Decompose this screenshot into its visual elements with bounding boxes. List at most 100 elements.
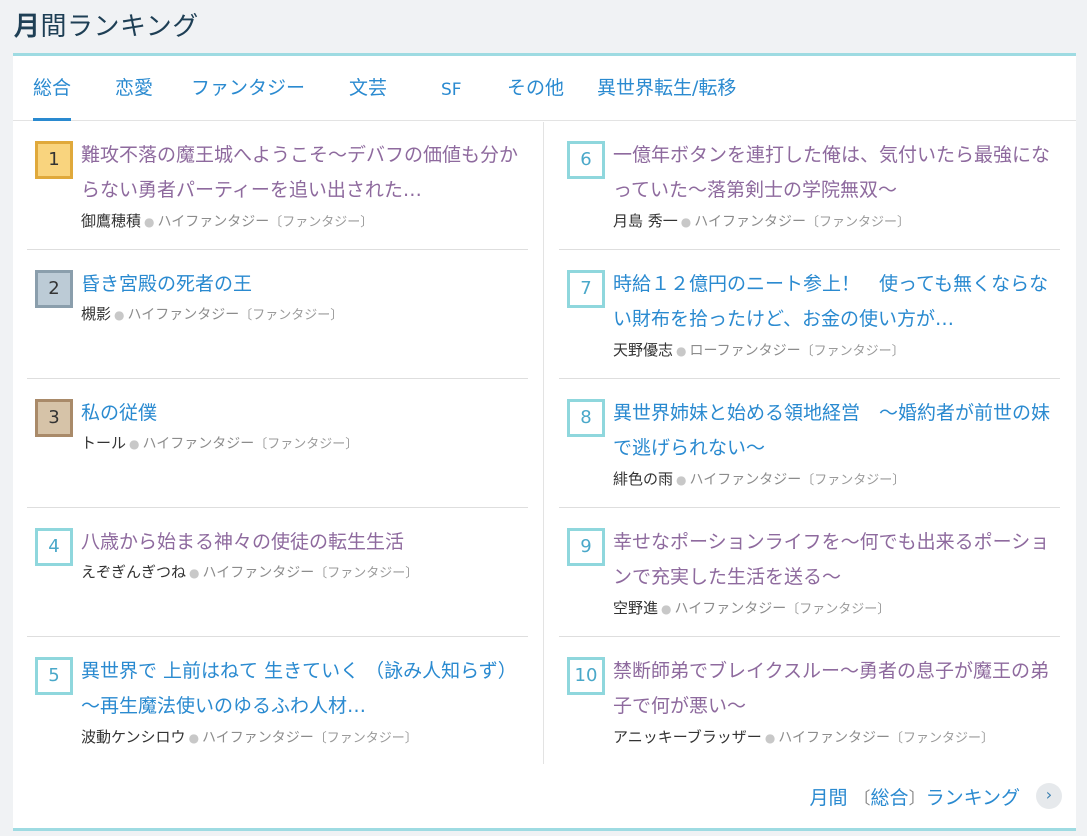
category-label: 〔ファンタジー〕 xyxy=(269,215,374,230)
rank-badge: 3 xyxy=(35,399,73,437)
page-title-rest: 間ランキング xyxy=(40,12,199,42)
category-tabs: 総合 恋愛 ファンタジー 文芸 SF その他 異世界転生/転移 xyxy=(13,56,1076,121)
novel-title-link[interactable]: 時給１２億円のニート参上！ 使っても無くならない財布を拾ったけど、お金の使い方が… xyxy=(613,267,1058,337)
novel-meta: トール ● ハイファンタジー〔ファンタジー〕 xyxy=(81,432,526,453)
author-name: 緋色の雨 xyxy=(613,470,674,488)
novel-meta: 波動ケンシロウ ● ハイファンタジー〔ファンタジー〕 xyxy=(81,726,526,747)
category-label: 〔ファンタジー〕 xyxy=(786,602,891,617)
genre-label: ハイファンタジー xyxy=(778,730,891,746)
ranking-item: 7 時給１２億円のニート参上！ 使っても無くならない財布を拾ったけど、お金の使い… xyxy=(559,251,1060,379)
rank-badge: 8 xyxy=(567,399,605,437)
tab-romance[interactable]: 恋愛 xyxy=(115,56,153,121)
novel-title-link[interactable]: 異世界姉妹と始める領地経営 ～婚約者が前世の妹で逃げられない～ xyxy=(613,396,1058,466)
category-label: 〔ファンタジー〕 xyxy=(314,566,419,581)
tab-sf[interactable]: SF xyxy=(441,58,462,123)
novel-meta: えぞぎんぎつね ● ハイファンタジー〔ファンタジー〕 xyxy=(81,561,526,582)
genre-label: ハイファンタジー xyxy=(127,307,240,323)
ranking-item: 6 一億年ボタンを連打した俺は、気付いたら最強になっていた～落第剣士の学院無双～… xyxy=(559,122,1060,250)
category-label: 〔ファンタジー〕 xyxy=(890,731,995,746)
column-divider xyxy=(543,122,544,764)
ranking-item: 3 私の従僕 トール ● ハイファンタジー〔ファンタジー〕 xyxy=(27,380,528,508)
separator-dot-icon: ● xyxy=(680,215,692,229)
separator-dot-icon: ● xyxy=(764,731,776,745)
author-name: 月島 秀一 xyxy=(613,212,678,230)
author-name: 空野進 xyxy=(613,599,659,617)
footer-link-month: 月間 xyxy=(809,787,848,809)
category-label: 〔ファンタジー〕 xyxy=(254,437,359,452)
novel-title-link[interactable]: 異世界で 上前はねて 生きていく （詠み人知らず） ～再生魔法使いのゆるふわ人材… xyxy=(81,654,526,724)
separator-dot-icon: ● xyxy=(661,602,672,616)
monthly-ranking-link[interactable]: 月間 〔総合〕ランキング xyxy=(809,783,1020,810)
tab-fantasy[interactable]: ファンタジー xyxy=(191,56,305,121)
tab-literature[interactable]: 文芸 xyxy=(349,56,387,121)
genre-label: ハイファンタジー xyxy=(202,730,314,746)
genre-label: ハイファンタジー xyxy=(142,436,255,452)
category-label: 〔ファンタジー〕 xyxy=(800,344,905,359)
separator-dot-icon: ● xyxy=(676,473,687,487)
separator-dot-icon: ● xyxy=(114,308,125,322)
ranking-item: 4 八歳から始まる神々の使徒の転生生活 えぞぎんぎつね ● ハイファンタジー〔ファン… xyxy=(27,509,528,637)
genre-label: ハイファンタジー xyxy=(157,214,270,230)
novel-meta: アニッキーブラッザー ● ハイファンタジー〔ファンタジー〕 xyxy=(613,726,1058,747)
footer-link-bracket-open: 〔 xyxy=(853,789,871,809)
page-title: 月間ランキング xyxy=(14,6,199,43)
genre-label: ハイファンタジー xyxy=(674,601,787,617)
novel-meta: 天野優志 ● ローファンタジー〔ファンタジー〕 xyxy=(613,339,1058,360)
separator-dot-icon: ● xyxy=(676,344,687,358)
tab-other[interactable]: その他 xyxy=(507,56,564,121)
novel-title-link[interactable]: 幸せなポーションライフを～何でも出来るポーションで充実した生活を送る～ xyxy=(613,525,1058,595)
author-name: アニッキーブラッザー xyxy=(613,728,762,746)
chevron-right-icon[interactable]: › xyxy=(1036,783,1062,809)
footer-link-rest: ランキング xyxy=(925,787,1020,809)
novel-title-link[interactable]: 禁断師弟でブレイクスルー～勇者の息子が魔王の弟子で何が悪い～ xyxy=(613,654,1058,724)
separator-dot-icon: ● xyxy=(189,566,200,580)
footer-link-category: 総合 xyxy=(870,787,909,809)
genre-label: ローファンタジー xyxy=(689,343,801,359)
rank-badge: 6 xyxy=(567,141,605,179)
ranking-item: 9 幸せなポーションライフを～何でも出来るポーションで充実した生活を送る～ 空野… xyxy=(559,509,1060,637)
rank-badge: 4 xyxy=(35,528,73,566)
category-label: 〔ファンタジー〕 xyxy=(806,215,911,230)
ranking-item: 8 異世界姉妹と始める領地経営 ～婚約者が前世の妹で逃げられない～ 緋色の雨 ● ハ… xyxy=(559,380,1060,508)
novel-meta: 槻影 ● ハイファンタジー〔ファンタジー〕 xyxy=(81,303,526,324)
author-name: トール xyxy=(81,434,127,452)
novel-title-link[interactable]: 昏き宮殿の死者の王 xyxy=(81,267,526,302)
genre-label: ハイファンタジー xyxy=(689,472,802,488)
author-name: 御鷹穂積 xyxy=(81,212,142,230)
category-label: 〔ファンタジー〕 xyxy=(313,731,418,746)
novel-meta: 月島 秀一 ● ハイファンタジー〔ファンタジー〕 xyxy=(613,210,1058,231)
rank-badge: 9 xyxy=(567,528,605,566)
rank-badge: 7 xyxy=(567,270,605,308)
separator-dot-icon: ● xyxy=(188,731,200,745)
novel-title-link[interactable]: 難攻不落の魔王城へようこそ～デバフの価値も分からない勇者パーティーを追い出された… xyxy=(81,138,526,208)
category-label: 〔ファンタジー〕 xyxy=(801,473,906,488)
author-name: 槻影 xyxy=(81,305,112,323)
genre-label: ハイファンタジー xyxy=(202,565,315,581)
author-name: 波動ケンシロウ xyxy=(81,728,186,746)
novel-title-link[interactable]: 一億年ボタンを連打した俺は、気付いたら最強になっていた～落第剣士の学院無双～ xyxy=(613,138,1058,208)
ranking-panel: 総合 恋愛 ファンタジー 文芸 SF その他 異世界転生/転移 1 難攻不落の魔… xyxy=(13,53,1076,831)
rank-badge: 1 xyxy=(35,141,73,179)
rank-badge: 10 xyxy=(567,657,605,695)
tab-overall[interactable]: 総合 xyxy=(33,56,72,121)
novel-title-link[interactable]: 八歳から始まる神々の使徒の転生生活 xyxy=(81,525,526,560)
ranking-item: 2 昏き宮殿の死者の王 槻影 ● ハイファンタジー〔ファンタジー〕 xyxy=(27,251,528,379)
rank-badge: 2 xyxy=(35,270,73,308)
novel-meta: 御鷹穂積 ● ハイファンタジー〔ファンタジー〕 xyxy=(81,210,526,231)
ranking-item: 1 難攻不落の魔王城へようこそ～デバフの価値も分からない勇者パーティーを追い出さ… xyxy=(27,122,528,250)
novel-meta: 緋色の雨 ● ハイファンタジー〔ファンタジー〕 xyxy=(613,468,1058,489)
novel-title-link[interactable]: 私の従僕 xyxy=(81,396,526,431)
novel-meta: 空野進 ● ハイファンタジー〔ファンタジー〕 xyxy=(613,597,1058,618)
page-title-strong: 月 xyxy=(14,12,41,42)
author-name: 天野優志 xyxy=(613,341,674,359)
genre-label: ハイファンタジー xyxy=(694,214,806,230)
tab-isekai[interactable]: 異世界転生/転移 xyxy=(597,56,736,121)
ranking-item: 5 異世界で 上前はねて 生きていく （詠み人知らず） ～再生魔法使いのゆるふわ… xyxy=(27,638,528,766)
author-name: えぞぎんぎつね xyxy=(81,563,187,581)
rank-badge: 5 xyxy=(35,657,73,695)
footer-link-bracket-close: 〕 xyxy=(908,789,926,809)
separator-dot-icon: ● xyxy=(144,215,155,229)
category-label: 〔ファンタジー〕 xyxy=(239,308,344,323)
ranking-item: 10 禁断師弟でブレイクスルー～勇者の息子が魔王の弟子で何が悪い～ アニッキーブ… xyxy=(559,638,1060,766)
separator-dot-icon: ● xyxy=(129,437,140,451)
